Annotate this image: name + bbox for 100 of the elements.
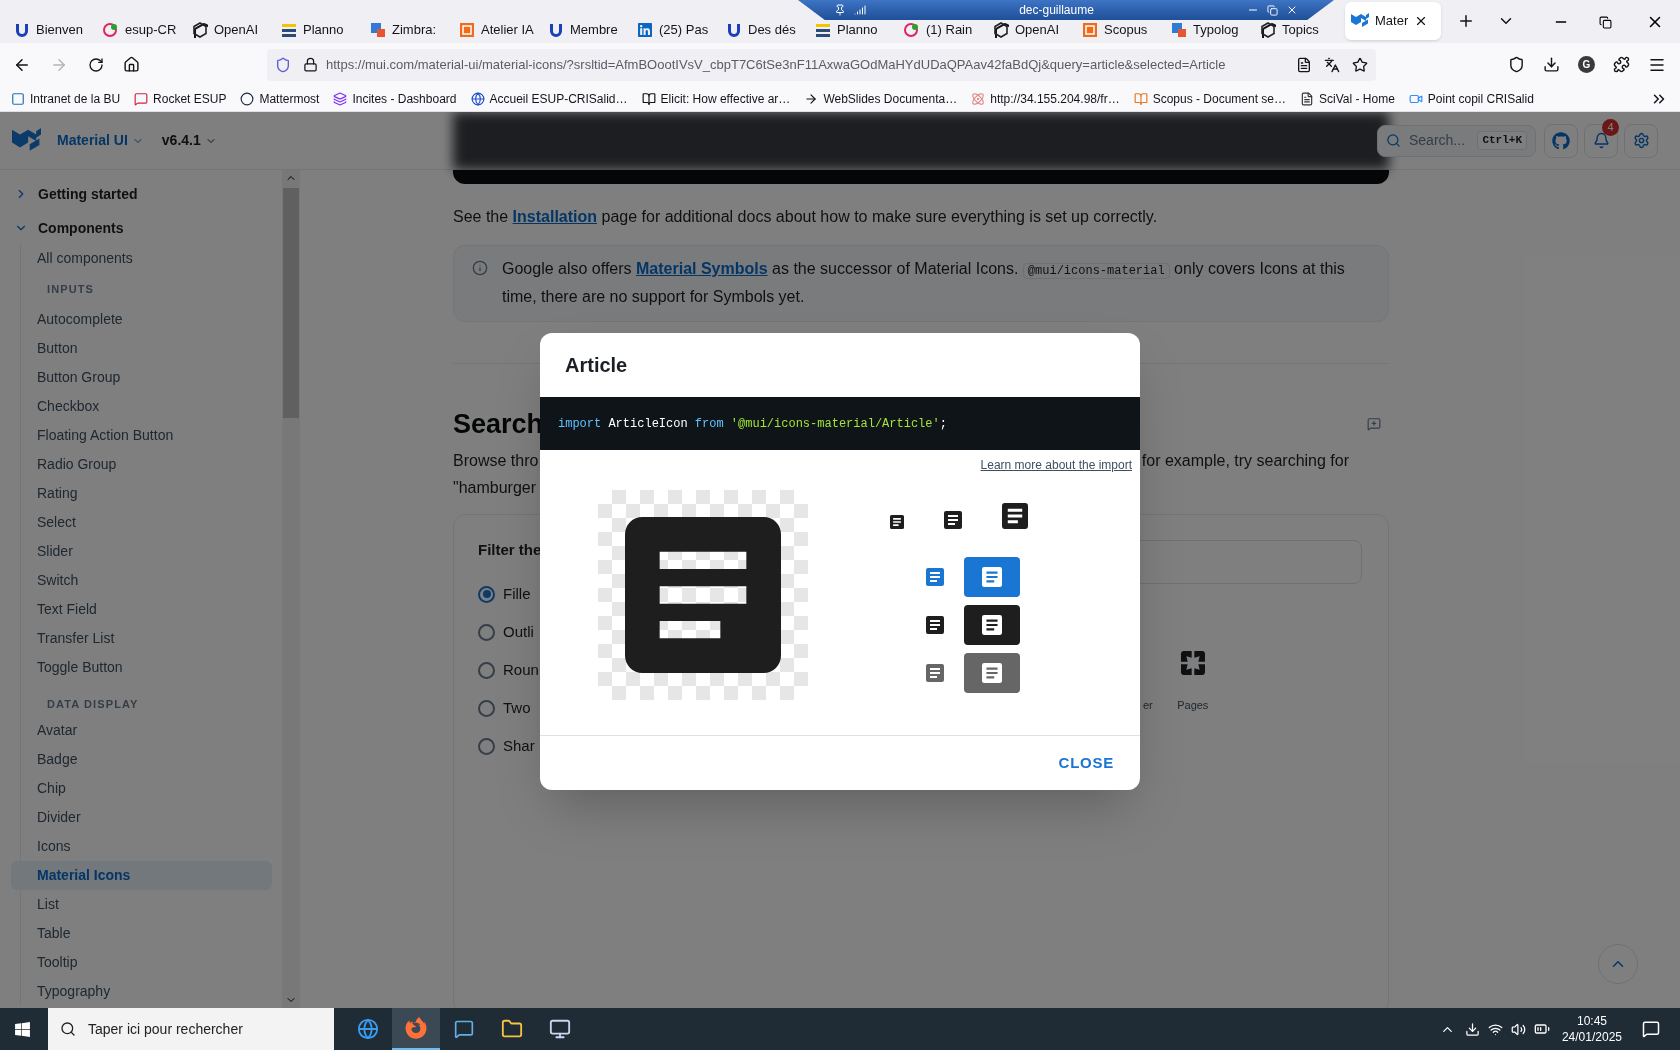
new-tab-icon[interactable] <box>1457 12 1475 30</box>
comment-icon[interactable] <box>1367 417 1381 432</box>
browser-tab[interactable]: OpenAI <box>987 20 1076 40</box>
version-menu-button[interactable]: v6.4.1 <box>161 130 217 151</box>
radio-button[interactable] <box>478 737 495 755</box>
restore-icon[interactable] <box>1599 16 1612 29</box>
style-option[interactable]: Two <box>478 695 531 721</box>
volume-icon[interactable] <box>1510 1021 1526 1037</box>
browser-tab[interactable]: Topics <box>1254 20 1343 40</box>
sidebar-item[interactable]: Icons <box>11 832 272 861</box>
sidebar-section[interactable]: Getting started <box>0 176 282 212</box>
sidebar-item[interactable]: Tooltip <box>11 948 272 977</box>
browser-tab[interactable]: Membre <box>542 20 631 40</box>
style-option[interactable]: Outli <box>478 619 534 645</box>
sidebar-item[interactable]: Table <box>11 919 272 948</box>
pin-icon[interactable] <box>834 4 846 16</box>
sidebar-item[interactable]: All components <box>11 244 272 273</box>
home-icon[interactable] <box>123 56 140 73</box>
sidebar-item[interactable]: Text Field <box>11 595 272 624</box>
tray-update-icon[interactable] <box>1464 1021 1480 1037</box>
browser-tab[interactable]: Bienven <box>8 20 97 40</box>
reader-view-icon[interactable] <box>1296 56 1312 73</box>
close-button[interactable]: CLOSE <box>1050 747 1122 779</box>
settings-button[interactable] <box>1624 123 1658 158</box>
sidebar-section[interactable]: Components <box>0 212 282 244</box>
style-option[interactable]: Roun <box>478 657 539 683</box>
sidebar-item[interactable]: Button <box>11 334 272 363</box>
taskbar-search-field[interactable]: Taper ici pour rechercher <box>48 1008 334 1050</box>
sidebar-item[interactable]: Chip <box>11 774 272 803</box>
battery-icon[interactable] <box>1533 1021 1550 1037</box>
learn-more-link[interactable]: Learn more about the import <box>980 456 1132 474</box>
sidebar-item[interactable]: Toggle Button <box>11 653 272 682</box>
bookmark-item[interactable]: http://34.155.204.98/fr… <box>971 89 1120 108</box>
bookmark-item[interactable]: Rocket ESUP <box>134 89 227 108</box>
browser-tab[interactable]: Atelier IA <box>453 20 542 40</box>
github-button[interactable] <box>1544 123 1578 158</box>
taskbar-clock[interactable]: 10:45 24/01/2025 <box>1561 1013 1622 1045</box>
browser-tab[interactable]: OpenAI <box>186 20 275 40</box>
sidebar-item[interactable]: Divider <box>11 803 272 832</box>
browser-tab[interactable]: Zimbra: <box>364 20 453 40</box>
shield-icon[interactable] <box>275 56 291 73</box>
bookmark-item[interactable]: Incites - Dashboard <box>333 89 457 108</box>
sidebar-item[interactable]: Autocomplete <box>11 305 272 334</box>
sidebar-item[interactable]: Floating Action Button <box>11 421 272 450</box>
browser-tab[interactable]: Planno <box>275 20 364 40</box>
bookmark-star-icon[interactable] <box>1352 56 1368 73</box>
sidebar-item[interactable]: Avatar <box>11 716 272 745</box>
download-icon[interactable] <box>1543 56 1560 73</box>
browser-tab[interactable]: (1) Rain <box>898 20 987 40</box>
bookmark-item[interactable]: Point copil CRISalid <box>1408 89 1534 108</box>
bookmark-item[interactable]: SciVal - Home <box>1300 89 1395 108</box>
sidebar-item[interactable]: Switch <box>11 566 272 595</box>
taskbar-app[interactable] <box>392 1008 440 1050</box>
style-option[interactable]: Fille <box>478 581 531 607</box>
icon-result[interactable]: Pages <box>1176 646 1209 713</box>
sidebar-item[interactable]: Rating <box>11 479 272 508</box>
sidebar-item[interactable]: Select <box>11 508 272 537</box>
scrollbar-thumb[interactable] <box>283 188 299 418</box>
browser-tab[interactable]: (25) Pas <box>631 20 720 40</box>
browser-tab[interactable]: Scopus <box>1076 20 1165 40</box>
sidebar-item[interactable]: Typography <box>11 977 272 1006</box>
browser-tab[interactable]: Planno <box>809 20 898 40</box>
browser-tab[interactable]: Des dés <box>720 20 809 40</box>
sidebar-item[interactable]: Badge <box>11 745 272 774</box>
browser-tab[interactable]: esup-CR <box>97 20 186 40</box>
bookmark-item[interactable]: Scopus - Document se… <box>1133 89 1287 108</box>
translate-icon[interactable] <box>1324 56 1340 73</box>
bookmark-item[interactable]: Intranet de la BU <box>11 89 121 108</box>
start-icon[interactable] <box>14 1020 31 1038</box>
search-field[interactable]: Search... Ctrl+K <box>1377 124 1536 157</box>
radio-button[interactable] <box>478 585 495 603</box>
browser-tab[interactable]: Typolog <box>1165 20 1254 40</box>
account-avatar[interactable]: G <box>1578 56 1595 73</box>
radio-button[interactable] <box>478 699 495 717</box>
close-icon[interactable] <box>1286 4 1298 16</box>
bookmark-item[interactable]: WebSlides Documenta… <box>804 89 958 108</box>
bookmark-item[interactable]: Mattermost <box>240 89 320 108</box>
extensions-icon[interactable] <box>1613 56 1630 73</box>
style-option[interactable]: Shar <box>478 733 535 759</box>
browser-tab[interactable]: Mater <box>1345 2 1441 40</box>
bookmark-item[interactable]: Elicit: How effective ar… <box>641 89 791 108</box>
url-field[interactable]: https://mui.com/material-ui/material-icons/?srsltid=AfmBOootIVsV_cbpT7C6tSe3nF11AxwaGOdMaHYdUDaQPAav42faBdQj&query=article&selected=Article <box>267 48 1376 81</box>
sidebar-item[interactable]: Button Group <box>11 363 272 392</box>
radio-button[interactable] <box>478 623 495 641</box>
sidebar-item[interactable]: Checkbox <box>11 392 272 421</box>
reload-icon[interactable] <box>88 56 104 73</box>
material-symbols-link[interactable]: Material Symbols <box>636 260 768 277</box>
sidebar-item[interactable]: Slider <box>11 537 272 566</box>
bookmark-item[interactable]: Accueil ESUP-CRISalid… <box>470 89 628 108</box>
icon-button[interactable] <box>964 605 1020 645</box>
sidebar-item[interactable]: List <box>11 890 272 919</box>
sidebar-item[interactable]: Material Icons <box>11 861 272 890</box>
notifications-icon[interactable] <box>1642 1020 1660 1038</box>
sidebar-scrollbar[interactable] <box>282 170 300 1008</box>
product-menu-button[interactable]: Material UI <box>57 130 144 151</box>
network-icon[interactable] <box>1487 1021 1503 1037</box>
installation-link[interactable]: Installation <box>512 208 598 225</box>
radio-button[interactable] <box>478 661 495 679</box>
lock-icon[interactable] <box>303 57 318 72</box>
sidebar-item[interactable]: Transfer List <box>11 624 272 653</box>
